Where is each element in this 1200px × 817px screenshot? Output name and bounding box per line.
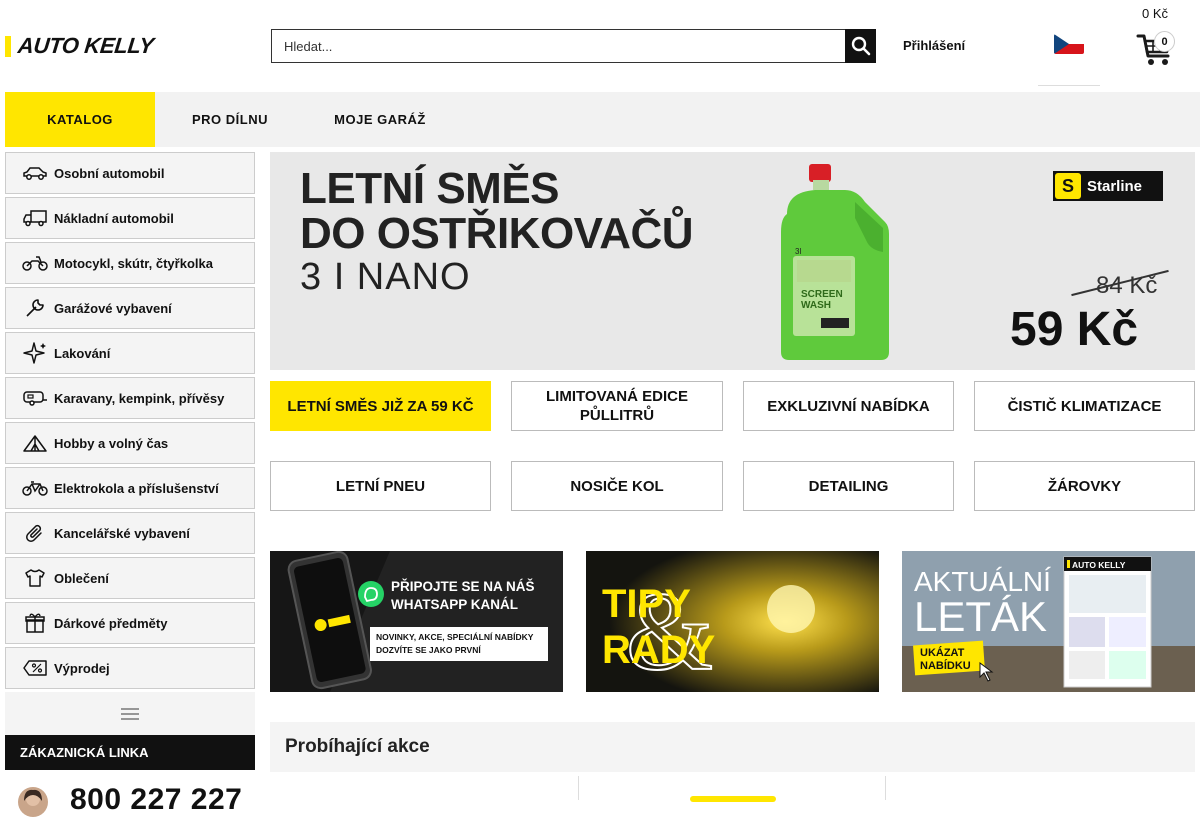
leaflet-brand: AUTO KELLY [1072, 560, 1126, 570]
cart-count-badge: 0 [1154, 31, 1175, 52]
whatsapp-title-1: PŘIPOJTE SE NA NÁŠ [391, 579, 535, 594]
logo-text: AUTO KELLY [16, 33, 155, 58]
czech-flag-icon[interactable] [1054, 34, 1084, 54]
sidebar-item-obleceni[interactable]: Oblečení [5, 557, 255, 599]
login-link[interactable]: Přihlášení [903, 38, 965, 53]
bottle-label-wash: WASH [801, 300, 831, 311]
hero-subtitle: 3 I NANO [300, 256, 471, 298]
promo-whatsapp[interactable]: PŘIPOJTE SE NA NÁŠ WHATSAPP KANÁL NOVINK… [270, 551, 563, 692]
sidebar-item-elektrokola[interactable]: Elektrokola a příslušenství [5, 467, 255, 509]
search-input[interactable] [271, 29, 845, 63]
caravan-icon [22, 387, 48, 409]
tab-moje-garaz[interactable]: MOJE GARÁŽ [305, 92, 455, 147]
sidebar-item-label: Lakování [54, 345, 111, 361]
new-price: 59 Kč [1010, 303, 1139, 356]
hamburger-menu-icon [121, 707, 139, 720]
tab-katalog[interactable]: KATALOG [5, 92, 155, 147]
whatsapp-sub-1: NOVINKY, AKCE, SPECIÁLNÍ NABÍDKY [376, 632, 534, 642]
sidebar-item-kancelarske[interactable]: Kancelářské vybavení [5, 512, 255, 554]
hotline-phone[interactable]: 800 227 227 [70, 783, 242, 817]
sidebar-item-hobby[interactable]: Hobby a volný čas [5, 422, 255, 464]
sidebar-item-label: Motocykl, skútr, čtyřkolka [54, 255, 213, 271]
cart-price: 0 Kč [1142, 6, 1169, 21]
category-letni-smes[interactable]: LETNÍ SMĚS JIŽ ZA 59 KČ [270, 381, 491, 431]
sparkle-icon [22, 342, 48, 364]
hero-title: LETNÍ SMĚS DO OSTŘIKOVAČŮ [300, 164, 694, 258]
paperclip-icon [22, 522, 48, 544]
section-probihajici-akce: Probíhající akce [270, 722, 1195, 772]
hero-title-line2: DO OSTŘIKOVAČŮ [300, 209, 694, 258]
sidebar-item-label: Karavany, kempink, přívěsy [54, 390, 225, 406]
percent-tag-icon [22, 657, 48, 679]
sidebar-item-label: Dárkové předměty [54, 615, 168, 631]
auto-kelly-logo[interactable]: AUTO KELLY [5, 33, 155, 58]
starline-s-icon: S [1055, 173, 1081, 199]
tent-icon [22, 432, 48, 454]
sidebar-item-motocykl[interactable]: Motocykl, skútr, čtyřkolka [5, 242, 255, 284]
sidebar-item-osobni-automobil[interactable]: Osobní automobil [5, 152, 255, 194]
tab-pro-dilnu[interactable]: PRO DÍLNU [155, 92, 305, 147]
search-button[interactable] [845, 29, 876, 63]
support-agent-avatar [18, 787, 48, 817]
tshirt-icon [22, 567, 48, 589]
category-cistic-klimatizace[interactable]: ČISTIČ KLIMATIZACE [974, 381, 1195, 431]
category-detailing[interactable]: DETAILING [743, 461, 954, 511]
brand-name: Starline [1087, 177, 1143, 195]
card-divider [885, 776, 886, 800]
category-nosice-kol[interactable]: NOSIČE KOL [511, 461, 723, 511]
leaflet-cta2: NABÍDKU [920, 659, 971, 672]
starline-brand-logo: S Starline [1053, 171, 1163, 201]
whatsapp-title-2: WHATSAPP KANÁL [391, 597, 518, 612]
promo-tipy-rady[interactable]: & TIPY RADY [586, 551, 879, 692]
hotline-header: ZÁKAZNICKÁ LINKA [5, 735, 255, 770]
category-exkluzivni-nabidka[interactable]: EXKLUZIVNÍ NABÍDKA [743, 381, 954, 431]
logo-bar [5, 35, 11, 57]
sidebar-more-button[interactable] [5, 692, 255, 735]
category-zarovky[interactable]: ŽÁROVKY [974, 461, 1195, 511]
whatsapp-sub-2: DOZVÍTE SE JAKO PRVNÍ [376, 645, 481, 655]
search-icon [851, 36, 870, 56]
sidebar-item-label: Oblečení [54, 570, 109, 586]
sidebar-item-vyprodej[interactable]: Výprodej [5, 647, 255, 689]
bottle-volume: 3l [795, 247, 801, 256]
bicycle-icon [22, 477, 48, 499]
car-icon [22, 162, 48, 184]
bottle-label-screen: SCREEN [801, 289, 843, 300]
leaflet-cta1: UKÁZAT [920, 646, 965, 659]
category-letni-pneu[interactable]: LETNÍ PNEU [270, 461, 491, 511]
sidebar-item-nakladni-automobil[interactable]: Nákladní automobil [5, 197, 255, 239]
hero-title-line1: LETNÍ SMĚS [300, 164, 560, 213]
hero-banner[interactable]: LETNÍ SMĚS DO OSTŘIKOVAČŮ 3 I NANO SCREE… [270, 152, 1195, 370]
sidebar-item-label: Osobní automobil [54, 165, 165, 181]
gift-icon [22, 612, 48, 634]
sidebar-item-label: Nákladní automobil [54, 210, 174, 226]
main-nav: KATALOG PRO DÍLNU MOJE GARÁŽ [5, 92, 1200, 147]
sidebar-item-label: Garážové vybavení [54, 300, 172, 316]
sidebar-item-lakovani[interactable]: Lakování [5, 332, 255, 374]
sidebar-item-label: Hobby a volný čas [54, 435, 169, 451]
sidebar-item-darkove[interactable]: Dárkové předměty [5, 602, 255, 644]
leaflet-line2: LETÁK [914, 593, 1047, 640]
category-sidebar: Osobní automobil Nákladní automobil Moto… [5, 152, 255, 735]
sidebar-item-garazove-vybaveni[interactable]: Garážové vybavení [5, 287, 255, 329]
promo-card-label [690, 796, 776, 802]
category-limitovana-edice[interactable]: LIMITOVANÁ EDICE PŮLLITRŮ [511, 381, 723, 431]
tips-line1: TIPY [602, 582, 691, 626]
sidebar-item-karavany[interactable]: Karavany, kempink, přívěsy [5, 377, 255, 419]
card-divider [578, 776, 579, 800]
washer-fluid-bottle-image: SCREEN WASH 3l [781, 164, 889, 360]
sidebar-item-label: Kancelářské vybavení [54, 525, 190, 541]
search-bar [271, 29, 876, 63]
language-underline [1038, 85, 1100, 86]
truck-icon [22, 207, 48, 229]
tips-line2: RADY [602, 628, 716, 672]
header: AUTO KELLY Přihlášení 0 Kč 0 [0, 0, 1200, 92]
motorcycle-icon [22, 252, 48, 274]
sidebar-item-label: Výprodej [54, 660, 110, 676]
promo-aktualni-letak[interactable]: AKTUÁLNÍ LETÁK UKÁZAT NABÍDKU AUTO KELLY [902, 551, 1195, 692]
wrench-icon [22, 297, 48, 319]
sidebar-item-label: Elektrokola a příslušenství [54, 480, 219, 496]
